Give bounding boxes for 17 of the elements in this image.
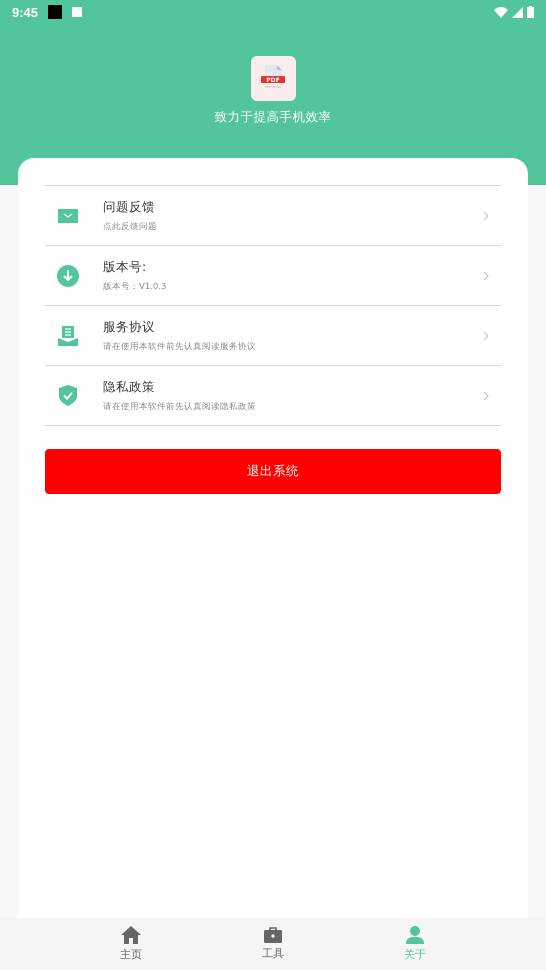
menu-item-subtitle: 版本号：V1.0.3 [103, 280, 168, 292]
menu-item-subtitle: 请在使用本软件前先认真阅读服务协议 [103, 340, 257, 352]
menu-item-subtitle: 请在使用本软件前先认真阅读隐私政策 [103, 400, 257, 412]
logout-button[interactable]: 退出系统 [45, 449, 501, 494]
status-time: 9:45 [12, 4, 38, 20]
menu-item-subtitle: 点此反馈问题 [103, 220, 158, 232]
menu-item-title: 问题反馈 [103, 198, 156, 216]
nav-tab[interactable]: 工具 [233, 918, 313, 970]
menu-item[interactable]: 版本号: 版本号：V1.0.3 [45, 246, 501, 306]
app-slogan: 致力于提高手机效率 [214, 109, 332, 126]
menu-item[interactable]: 隐私政策 请在使用本软件前先认真阅读隐私政策 [45, 366, 501, 426]
menu-item-title: 服务协议 [103, 318, 156, 336]
menu-item-title: 版本号: [103, 258, 148, 276]
menu-item-title: 隐私政策 [103, 378, 156, 396]
nav-tab[interactable]: 主页 [91, 918, 171, 970]
menu-item[interactable]: 问题反馈 点此反馈问题 [45, 186, 501, 246]
menu-item[interactable]: 服务协议 请在使用本软件前先认真阅读服务协议 [45, 306, 501, 366]
